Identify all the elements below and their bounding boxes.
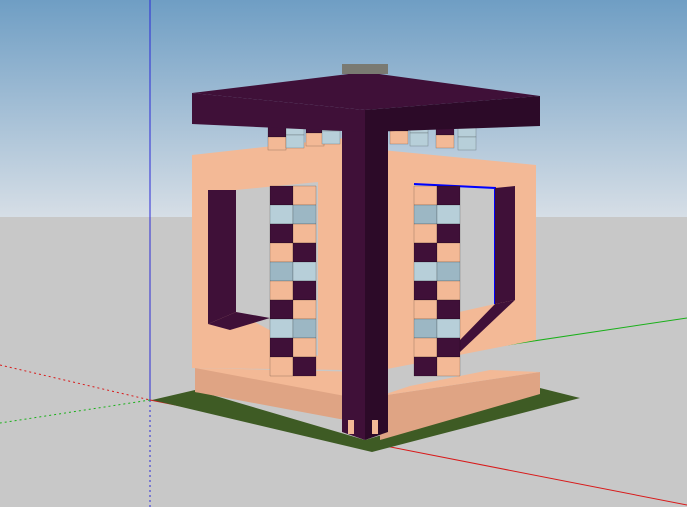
pillar-left-face — [342, 110, 365, 440]
glass-panel — [436, 356, 461, 377]
glass-panel — [269, 223, 294, 244]
glass-panel — [436, 223, 461, 244]
glass-panel — [269, 280, 294, 301]
glass-panel — [292, 356, 317, 377]
glass-panel — [269, 204, 294, 225]
glass-panel — [292, 185, 317, 206]
glass-panel — [413, 318, 438, 339]
glass-panel — [413, 204, 438, 225]
left-glass-column[interactable] — [269, 185, 317, 377]
clerestory-panel — [389, 130, 409, 145]
glass-panel — [269, 185, 294, 206]
glass-panel — [413, 280, 438, 301]
glass-panel — [292, 299, 317, 320]
glass-panel — [269, 337, 294, 358]
glass-panel — [292, 261, 317, 282]
glass-panel — [292, 280, 317, 301]
pillar-door-left — [348, 420, 354, 434]
clerestory-panel — [457, 136, 477, 151]
glass-panel — [269, 261, 294, 282]
scene-canvas — [0, 0, 687, 507]
glass-panel — [436, 299, 461, 320]
glass-panel — [269, 356, 294, 377]
right-frame-inner-side — [495, 186, 515, 304]
glass-panel — [413, 185, 438, 206]
left-frame-wall[interactable] — [192, 138, 345, 370]
glass-panel — [269, 242, 294, 263]
left-frame-inner-side — [208, 190, 236, 324]
glass-panel — [413, 356, 438, 377]
clerestory-panel — [305, 132, 325, 147]
glass-panel — [436, 337, 461, 358]
pillar-right-face — [365, 110, 388, 440]
glass-panel — [436, 280, 461, 301]
glass-panel — [292, 318, 317, 339]
model-viewport[interactable] — [0, 0, 687, 507]
clerestory-panel — [409, 132, 429, 147]
glass-panel — [436, 318, 461, 339]
glass-panel — [436, 204, 461, 225]
glass-panel — [413, 299, 438, 320]
right-glass-column[interactable] — [413, 185, 461, 377]
glass-panel — [269, 299, 294, 320]
clerestory-panel — [435, 134, 455, 149]
glass-panel — [413, 337, 438, 358]
glass-panel — [413, 223, 438, 244]
glass-panel — [292, 204, 317, 225]
roof-vent — [342, 64, 388, 74]
pillar-door-right — [372, 420, 378, 434]
glass-panel — [436, 261, 461, 282]
clerestory-panel — [285, 134, 305, 149]
clerestory-panel — [267, 136, 287, 151]
glass-panel — [413, 261, 438, 282]
clerestory-panel — [321, 130, 341, 145]
glass-panel — [413, 242, 438, 263]
corner-pillar[interactable] — [342, 110, 388, 440]
glass-panel — [269, 318, 294, 339]
glass-panel — [436, 242, 461, 263]
glass-panel — [292, 242, 317, 263]
glass-panel — [292, 223, 317, 244]
glass-panel — [436, 185, 461, 206]
glass-panel — [292, 337, 317, 358]
